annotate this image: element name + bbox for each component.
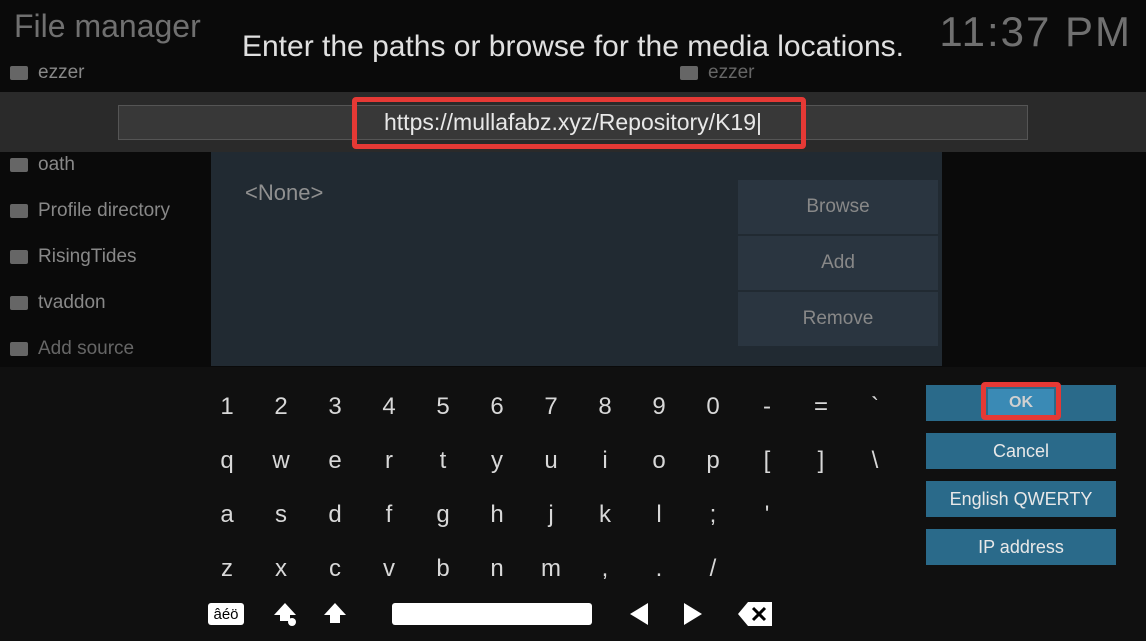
key-slash[interactable]: / (686, 547, 740, 591)
key-u[interactable]: u (524, 439, 578, 483)
folder-icon (10, 250, 28, 264)
key-o[interactable]: o (632, 439, 686, 483)
key-h[interactable]: h (470, 493, 524, 537)
key-x[interactable]: x (254, 547, 308, 591)
sidebar-item-label: RisingTides (38, 246, 137, 268)
browse-button[interactable]: Browse (738, 180, 938, 234)
folder-icon (10, 296, 28, 310)
key-5[interactable]: 5 (416, 385, 470, 429)
key-equals[interactable]: = (794, 385, 848, 429)
arrow-left-icon[interactable] (630, 603, 648, 625)
key-4[interactable]: 4 (362, 385, 416, 429)
key-q[interactable]: q (200, 439, 254, 483)
input-row: https://mullafabz.xyz/Repository/K19| (0, 92, 1146, 152)
key-1[interactable]: 1 (200, 385, 254, 429)
sidebar-item-label: tvaddon (38, 292, 106, 314)
key-minus[interactable]: - (740, 385, 794, 429)
key-7[interactable]: 7 (524, 385, 578, 429)
sidebar-item[interactable]: tvaddon (0, 280, 210, 326)
key-f[interactable]: f (362, 493, 416, 537)
backspace-icon[interactable] (738, 602, 772, 626)
key-3[interactable]: 3 (308, 385, 362, 429)
url-highlight-box (352, 97, 806, 149)
key-s[interactable]: s (254, 493, 308, 537)
key-e[interactable]: e (308, 439, 362, 483)
key-backtick[interactable]: ` (848, 385, 902, 429)
key-period[interactable]: . (632, 547, 686, 591)
on-screen-keyboard: 1 2 3 4 5 6 7 8 9 0 - = ` q w e r t y u … (0, 367, 1146, 641)
shift-icon[interactable] (322, 601, 348, 627)
folder-icon (10, 158, 28, 172)
sidebar-item-add-source[interactable]: Add source (0, 326, 210, 372)
sidebar-item[interactable]: RisingTides (0, 234, 210, 280)
sidebar-item[interactable]: Profile directory (0, 188, 210, 234)
key-comma[interactable]: , (578, 547, 632, 591)
key-r[interactable]: r (362, 439, 416, 483)
key-a[interactable]: a (200, 493, 254, 537)
folder-icon (10, 204, 28, 218)
key-m[interactable]: m (524, 547, 578, 591)
folder-icon (10, 342, 28, 356)
key-row-1: 1 2 3 4 5 6 7 8 9 0 - = ` (200, 385, 926, 429)
key-v[interactable]: v (362, 547, 416, 591)
key-bracket-left[interactable]: [ (740, 439, 794, 483)
path-list-none[interactable]: <None> (245, 180, 323, 206)
key-c[interactable]: c (308, 547, 362, 591)
key-y[interactable]: y (470, 439, 524, 483)
remove-button[interactable]: Remove (738, 292, 938, 346)
url-input[interactable]: https://mullafabz.xyz/Repository/K19| (118, 105, 1028, 140)
key-t[interactable]: t (416, 439, 470, 483)
arrow-right-icon[interactable] (684, 603, 702, 625)
spacebar[interactable] (392, 603, 592, 625)
sidebar-item-label: Profile directory (38, 200, 170, 222)
key-8[interactable]: 8 (578, 385, 632, 429)
key-d[interactable]: d (308, 493, 362, 537)
ip-address-button[interactable]: IP address (926, 529, 1116, 565)
key-backslash[interactable]: \ (848, 439, 902, 483)
key-accents[interactable]: âéö (208, 603, 244, 625)
cancel-button[interactable]: Cancel (926, 433, 1116, 469)
key-b[interactable]: b (416, 547, 470, 591)
key-row-3: a s d f g h j k l ; ' (200, 493, 926, 537)
key-0[interactable]: 0 (686, 385, 740, 429)
key-p[interactable]: p (686, 439, 740, 483)
key-i[interactable]: i (578, 439, 632, 483)
sidebar-item-label: Add source (38, 338, 134, 360)
caps-lock-icon[interactable] (272, 601, 298, 627)
sidebar-item-label: oath (38, 154, 75, 176)
add-button[interactable]: Add (738, 236, 938, 290)
key-l[interactable]: l (632, 493, 686, 537)
key-w[interactable]: w (254, 439, 308, 483)
key-semicolon[interactable]: ; (686, 493, 740, 537)
key-k[interactable]: k (578, 493, 632, 537)
key-g[interactable]: g (416, 493, 470, 537)
ok-highlight-box (981, 382, 1061, 420)
key-n[interactable]: n (470, 547, 524, 591)
key-9[interactable]: 9 (632, 385, 686, 429)
ok-button[interactable]: OK (926, 385, 1116, 421)
key-row-4: z x c v b n m , . / (200, 547, 926, 591)
key-6[interactable]: 6 (470, 385, 524, 429)
key-z[interactable]: z (200, 547, 254, 591)
key-bracket-right[interactable]: ] (794, 439, 848, 483)
key-j[interactable]: j (524, 493, 578, 537)
key-apostrophe[interactable]: ' (740, 493, 794, 537)
layout-button[interactable]: English QWERTY (926, 481, 1116, 517)
modal-title: Enter the paths or browse for the media … (0, 30, 1146, 64)
key-2[interactable]: 2 (254, 385, 308, 429)
key-row-2: q w e r t y u i o p [ ] \ (200, 439, 926, 483)
